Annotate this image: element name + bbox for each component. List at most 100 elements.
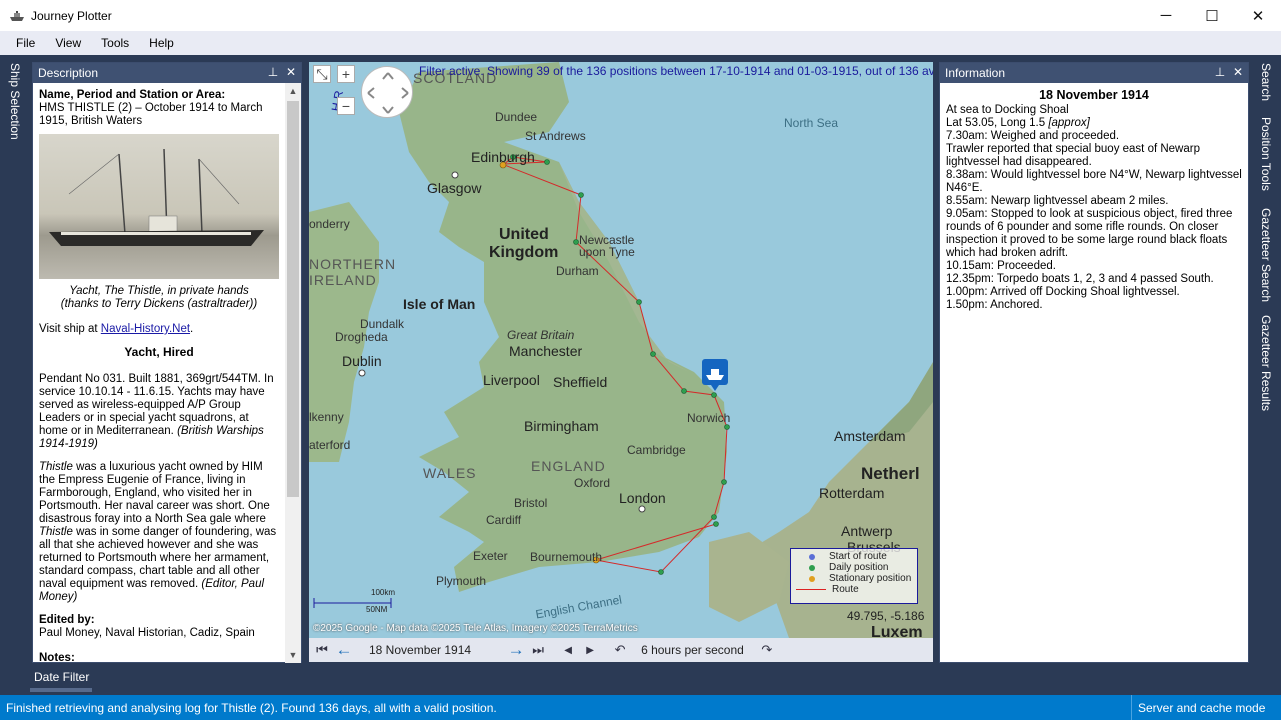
map-label-dublin: Dublin [342, 353, 382, 369]
daily-position-marker[interactable] [681, 388, 687, 394]
daily-position-marker[interactable] [544, 159, 550, 165]
date-filter-indicator [30, 688, 92, 692]
info-line: Trawler reported that special buoy east … [946, 143, 1200, 168]
info-approx: [approx] [1048, 117, 1090, 129]
server-mode[interactable]: Server and cache mode [1131, 695, 1265, 720]
info-line: 10.15am: Proceeded. [946, 260, 1056, 272]
name-label: Name, Period and Station or Area: [39, 89, 226, 101]
step-back-icon[interactable]: ◀ [557, 639, 579, 661]
info-line: 1.50pm: Anchored. [946, 299, 1043, 311]
daily-position-marker[interactable] [711, 514, 717, 520]
minimize-button[interactable]: ─ [1143, 0, 1189, 31]
naval-history-link[interactable]: Naval-History.Net [101, 323, 190, 335]
daily-position-marker[interactable] [650, 351, 656, 357]
daily-position-marker[interactable] [724, 424, 730, 430]
map-label-dundalk: Dundalk [360, 317, 405, 331]
pin-icon[interactable]: ⊥ [267, 65, 279, 79]
tab-position-tools[interactable]: Position Tools [1259, 117, 1273, 191]
info-date: 18 November 1914 [1039, 88, 1149, 102]
zoom-out-button[interactable]: − [337, 97, 355, 115]
description-title: Description [38, 66, 99, 80]
faster-icon[interactable]: ↷ [756, 639, 778, 661]
daily-position-marker[interactable] [713, 521, 719, 527]
daily-position-marker[interactable] [711, 392, 717, 398]
legend-start: Start of route [829, 551, 887, 562]
menu-tools[interactable]: Tools [91, 36, 139, 50]
description-scrollbar[interactable]: ▲ ▼ [285, 83, 301, 663]
map-label-st-andrews: St Andrews [525, 129, 586, 143]
tab-gazetteer-search[interactable]: Gazetteer Search [1259, 208, 1273, 302]
info-line: At sea to Docking Shoal [946, 104, 1069, 116]
map-label-dundee: Dundee [495, 110, 538, 124]
daily-position-marker[interactable] [658, 569, 664, 575]
info-line: 8.38am: Would lightvessel bore N4°W, New… [946, 169, 1242, 194]
map-label-bournemouth: Bournemouth [530, 550, 603, 564]
map-toolbar: ⏮ ← 18 November 1914 → ⏭ ◀ ▶ ↶ 6 hours p… [309, 638, 933, 662]
information-body: 18 November 1914 At sea to Docking Shoal… [940, 83, 1248, 318]
legend-stationary: Stationary position [829, 573, 912, 584]
close-icon[interactable]: ✕ [285, 65, 297, 79]
next-day-icon[interactable]: → [505, 639, 527, 661]
close-icon[interactable]: ✕ [1232, 65, 1244, 79]
slower-icon[interactable]: ↶ [609, 639, 631, 661]
scrollbar-thumb[interactable] [287, 101, 299, 497]
map-label-isle-of-man: Isle of Man [403, 296, 476, 312]
cursor-coordinates: 49.795, -5.186 [847, 609, 925, 623]
map-label-northern: NORTHERN [309, 256, 397, 272]
daily-position-marker[interactable] [578, 192, 584, 198]
dock-area: Ship Selection Search Position Tools Gaz… [0, 55, 1281, 695]
ship-type-heading: Yacht, Hired [124, 345, 194, 359]
close-button[interactable]: ✕ [1235, 0, 1281, 31]
info-line: 9.05am: Stopped to look at suspicious ob… [946, 208, 1233, 259]
tab-search[interactable]: Search [1259, 63, 1273, 101]
daily-position-marker[interactable] [721, 479, 727, 485]
daily-position-marker[interactable] [636, 299, 642, 305]
information-panel: Information ⊥ ✕ 18 November 1914 At sea … [939, 62, 1249, 663]
map-label-united: United [499, 226, 549, 243]
zoom-in-button[interactable]: + [337, 65, 355, 83]
menu-file[interactable]: File [6, 36, 45, 50]
fullscreen-icon[interactable]: ⤡ [313, 65, 331, 83]
map-label-rotterdam: Rotterdam [819, 485, 885, 501]
first-day-icon[interactable]: ⏮ [311, 639, 333, 661]
map-label-england: ENGLAND [531, 458, 606, 474]
route-legend-icon [796, 589, 826, 590]
previous-day-icon[interactable]: ← [333, 639, 355, 661]
map-attribution: ©2025 Google - Map data ©2025 Tele Atlas… [313, 623, 638, 634]
playback-speed: 6 hours per second [641, 643, 744, 657]
map-label-kilkenny: lkenny [309, 410, 344, 424]
scroll-up-icon[interactable]: ▲ [285, 83, 301, 99]
map-legend: Start of route Daily position Stationary… [790, 548, 918, 604]
description-panel: Description ⊥ ✕ Name, Period and Station… [32, 62, 302, 663]
map-view[interactable]: SCOTLAND Dundee St Andrews Edinburgh Gla… [309, 62, 933, 638]
description-header: Description ⊥ ✕ [33, 63, 301, 83]
map-label-netherlands: Netherl [861, 464, 920, 483]
tab-gazetteer-results[interactable]: Gazetteer Results [1259, 315, 1273, 411]
play-icon[interactable]: ▶ [579, 639, 601, 661]
photo-caption-1: Yacht, The Thistle, in private hands [69, 285, 249, 297]
map-label-cardiff: Cardiff [486, 513, 522, 527]
scale-labels: 100km 50NM [314, 588, 395, 614]
current-date: 18 November 1914 [369, 643, 472, 657]
tab-ship-selection[interactable]: Ship Selection [8, 63, 22, 140]
pan-control[interactable] [361, 66, 413, 118]
information-header: Information ⊥ ✕ [940, 63, 1248, 83]
edited-label: Edited by: [39, 614, 95, 626]
daily-legend-icon [809, 564, 815, 571]
tab-date-filter[interactable]: Date Filter [30, 666, 93, 688]
map-label-durham: Durham [556, 264, 599, 278]
last-day-icon[interactable]: ⏭ [527, 639, 549, 661]
scroll-down-icon[interactable]: ▼ [285, 647, 301, 663]
map-label-wales: WALES [423, 465, 477, 481]
map-label-oxford: Oxford [574, 476, 611, 490]
notes-label: Notes: [39, 652, 75, 663]
daily-position-marker[interactable] [573, 239, 579, 245]
info-line: 1.00pm: Arrived off Docking Shoal lightv… [946, 286, 1180, 298]
map-label-waterford: aterford [309, 438, 351, 452]
menu-view[interactable]: View [45, 36, 91, 50]
menu-help[interactable]: Help [139, 36, 184, 50]
status-bar: Finished retrieving and analysing log fo… [0, 695, 1281, 720]
photo-caption-2: (thanks to Terry Dickens (astraltrader)) [60, 298, 258, 310]
pin-icon[interactable]: ⊥ [1214, 65, 1226, 79]
maximize-button[interactable]: ☐ [1189, 0, 1235, 31]
